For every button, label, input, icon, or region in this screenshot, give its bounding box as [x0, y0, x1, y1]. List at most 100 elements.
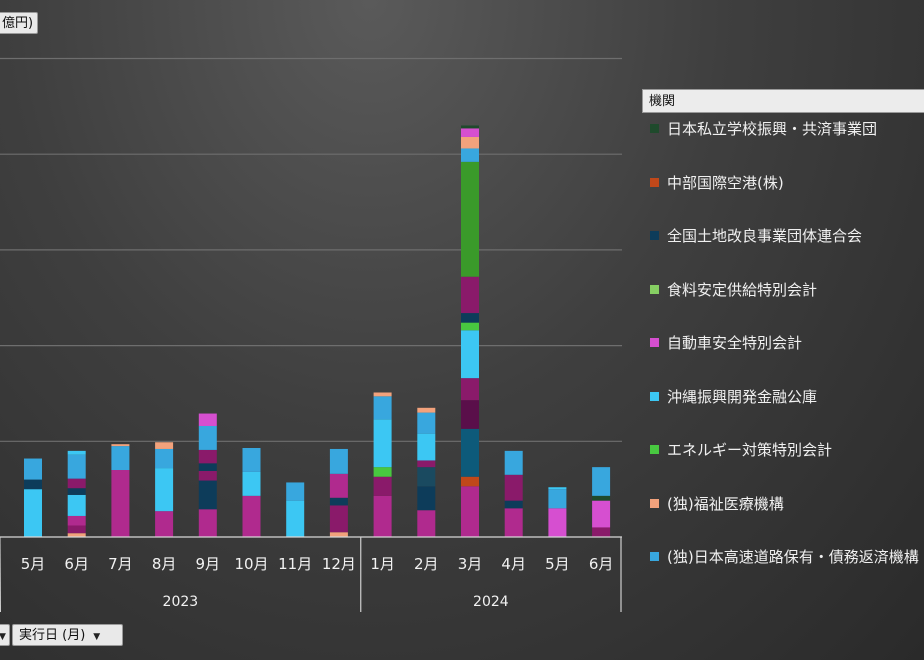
- legend-swatch: [650, 498, 659, 508]
- bar-segment: [504, 500, 523, 509]
- bar-segment: [67, 450, 86, 455]
- legend-swatch: [650, 552, 659, 561]
- bar-segment: [155, 448, 174, 469]
- bar-segment: [592, 527, 611, 537]
- legend-item[interactable]: 食料安定供給特別会計: [650, 279, 817, 301]
- bar-segment: [198, 449, 217, 464]
- bar-segment: [504, 508, 523, 537]
- bar-segment: [24, 458, 42, 480]
- bar-segment: [592, 500, 611, 528]
- bar-segment: [242, 447, 261, 472]
- bar-segment: [548, 489, 567, 509]
- bar-segment: [548, 508, 567, 537]
- bar-segment: [67, 478, 86, 489]
- legend-item[interactable]: (独)日本高速道路保有・債務返済機構: [650, 546, 919, 568]
- bar-segment: [417, 460, 436, 468]
- bar-segment: [417, 486, 436, 511]
- bar-segment: [67, 494, 86, 516]
- stacked-bar-chart: 5月 6月 7月 8月 9月 10月 11月 12月 1月 2月 3月 4月 5月 6月 2023 2024: [0, 57, 622, 613]
- bar-segment: [24, 489, 42, 537]
- x-tick-label: 6月: [64, 555, 89, 573]
- legend-item[interactable]: 自動車安全特別会計: [650, 332, 802, 354]
- bar-segment: [461, 400, 479, 429]
- x-tick-label: 5月: [21, 555, 46, 573]
- bar-segment: [504, 474, 523, 501]
- bar-segment: [198, 413, 217, 426]
- legend-label: 沖縄振興開発金融公庫: [667, 387, 818, 406]
- bar-segment: [329, 505, 348, 533]
- group-separator: [0, 536, 1, 613]
- bar-segment: [461, 476, 479, 487]
- bar-segment: [417, 433, 436, 461]
- bar-segment: [417, 467, 436, 487]
- bar-segment: [286, 482, 305, 501]
- bar-segment: [242, 495, 261, 537]
- bar-segment: [373, 396, 392, 420]
- x-tick-label: 8月: [152, 555, 177, 573]
- bar-segment: [24, 479, 42, 490]
- bar-segment: [417, 407, 436, 413]
- bar-segment: [461, 136, 479, 149]
- x-tick-label: 7月: [108, 555, 133, 573]
- bar-segment: [417, 510, 436, 537]
- legend-item[interactable]: 沖縄振興開発金融公庫: [650, 386, 817, 408]
- bar-segment: [155, 468, 174, 512]
- x-tick-label: 4月: [501, 555, 526, 573]
- x-group-label: 2024: [473, 594, 509, 610]
- legend-label: 中部国際空港(株): [667, 173, 784, 192]
- bar-segment: [417, 412, 436, 434]
- legend-swatch: [650, 391, 659, 401]
- bar-segment: [373, 467, 392, 477]
- bar-segment: [67, 525, 86, 534]
- bar-segment: [155, 442, 174, 449]
- prev-field-dropdown[interactable]: ▼: [0, 624, 10, 646]
- legend-item[interactable]: 日本私立学校振興・共済事業団: [650, 118, 877, 140]
- legend-item[interactable]: 中部国際空港(株): [650, 172, 784, 194]
- legend-item[interactable]: 全国土地改良事業団体連合会: [650, 225, 862, 247]
- bar-segment: [461, 276, 479, 314]
- x-tick-label: 1月: [370, 555, 395, 573]
- bar-segment: [461, 330, 479, 379]
- bar-segment: [329, 473, 348, 498]
- legend-label: エネルギー対策特別会計: [667, 441, 833, 459]
- bar-segment: [461, 428, 479, 477]
- legend-swatch: [650, 284, 659, 294]
- legend-label: 全国土地改良事業団体連合会: [667, 227, 863, 245]
- bar-segment: [198, 480, 217, 510]
- bar-segment: [111, 446, 130, 471]
- bar-segment: [198, 463, 217, 471]
- legend-swatch: [650, 338, 659, 347]
- bar-segment: [548, 487, 567, 490]
- legend-label: 食料安定供給特別会計: [667, 280, 818, 299]
- legend-swatch: [650, 177, 659, 187]
- legend-item[interactable]: エネルギー対策特別会計: [650, 439, 832, 461]
- x-tick-label: 9月: [196, 555, 221, 573]
- legend-title[interactable]: 機関: [642, 89, 924, 113]
- bar-segment: [111, 470, 130, 537]
- bar-segment: [461, 161, 479, 277]
- bar-segment: [461, 313, 479, 323]
- bar-segment: [461, 148, 479, 162]
- x-group-label: 2023: [163, 594, 199, 610]
- bar-segment: [461, 486, 479, 537]
- bar-segment: [286, 500, 305, 537]
- legend-label: 日本私立学校振興・共済事業団: [667, 120, 878, 138]
- bar-segment: [67, 515, 86, 526]
- x-tick-label: 10月: [234, 555, 268, 573]
- bar-segment: [373, 419, 392, 468]
- bar-segment: [242, 471, 261, 496]
- bar-segment: [461, 378, 479, 401]
- x-tick-label: 2月: [414, 555, 439, 573]
- x-tick-label: 3月: [458, 555, 483, 573]
- bar-segment: [111, 444, 130, 447]
- bar-segment: [198, 470, 217, 481]
- legend-swatch: [650, 231, 659, 240]
- bar-segment: [329, 497, 348, 506]
- legend-item[interactable]: (独)福祉医療機構: [650, 493, 784, 515]
- date-field-button[interactable]: 実行日 (月) ▼: [12, 624, 123, 646]
- bar-segment: [592, 495, 611, 501]
- bar-segment: [67, 488, 86, 495]
- bar-segment: [504, 450, 523, 475]
- chevron-down-icon: ▼: [93, 632, 101, 642]
- bar-segment: [461, 322, 479, 331]
